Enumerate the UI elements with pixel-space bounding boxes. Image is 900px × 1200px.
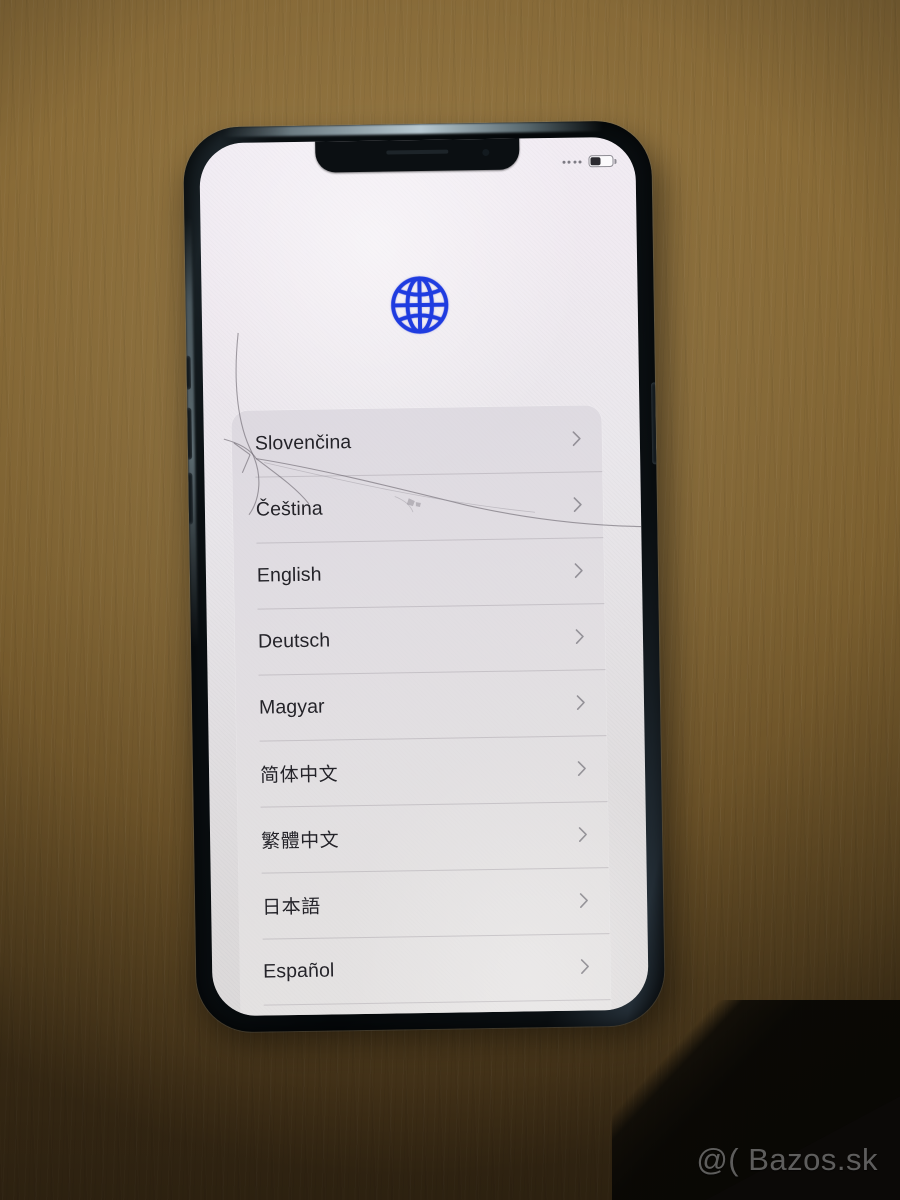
smartphone-device: Slovenčina Čeština English Deutsch Magya… <box>182 120 666 1033</box>
language-label: 繁體中文 <box>260 829 340 853</box>
chevron-right-icon <box>577 760 587 776</box>
display-notch <box>315 136 520 173</box>
language-label: Slovenčina <box>254 430 352 455</box>
chevron-right-icon <box>573 496 583 513</box>
list-item[interactable]: 日本語 <box>239 867 610 939</box>
language-label: English <box>256 563 322 587</box>
language-label: Español <box>263 958 335 983</box>
front-camera-icon <box>482 148 490 157</box>
language-label: Deutsch <box>257 628 331 653</box>
earpiece-speaker <box>386 149 449 155</box>
globe-icon <box>391 276 449 334</box>
photo-scene: Slovenčina Čeština English Deutsch Magya… <box>0 0 900 1200</box>
chevron-right-icon <box>572 431 582 447</box>
status-bar <box>561 154 614 168</box>
chevron-right-icon <box>578 826 588 842</box>
battery-fill-level <box>590 157 601 166</box>
chevron-right-icon <box>575 628 585 645</box>
list-item[interactable]: 繁體中文 <box>238 801 609 873</box>
chevron-right-icon <box>580 958 590 974</box>
language-label: 简体中文 <box>259 763 339 787</box>
list-item[interactable]: Deutsch <box>234 603 605 675</box>
globe-icon-container <box>201 265 638 346</box>
phone-screen: Slovenčina Čeština English Deutsch Magya… <box>199 136 649 1017</box>
chevron-right-icon <box>579 892 589 908</box>
chevron-right-icon <box>576 694 586 711</box>
site-watermark: @( Bazos.sk <box>696 1142 878 1177</box>
list-item[interactable]: Slovenčina <box>231 405 602 477</box>
language-label: Magyar <box>258 695 325 719</box>
language-selection-list: Slovenčina Čeština English Deutsch Magya… <box>231 405 612 1017</box>
language-label: Čeština <box>255 497 323 521</box>
list-item[interactable]: Čeština <box>232 471 603 543</box>
list-item[interactable]: Español <box>240 933 611 1005</box>
battery-icon <box>588 154 614 168</box>
list-item[interactable]: 简体中文 <box>237 735 608 807</box>
list-item[interactable]: English <box>233 537 604 609</box>
chevron-right-icon <box>574 562 584 579</box>
signal-dots-icon <box>561 159 582 164</box>
language-label: 日本語 <box>262 896 321 919</box>
list-item[interactable]: Magyar <box>236 669 607 741</box>
